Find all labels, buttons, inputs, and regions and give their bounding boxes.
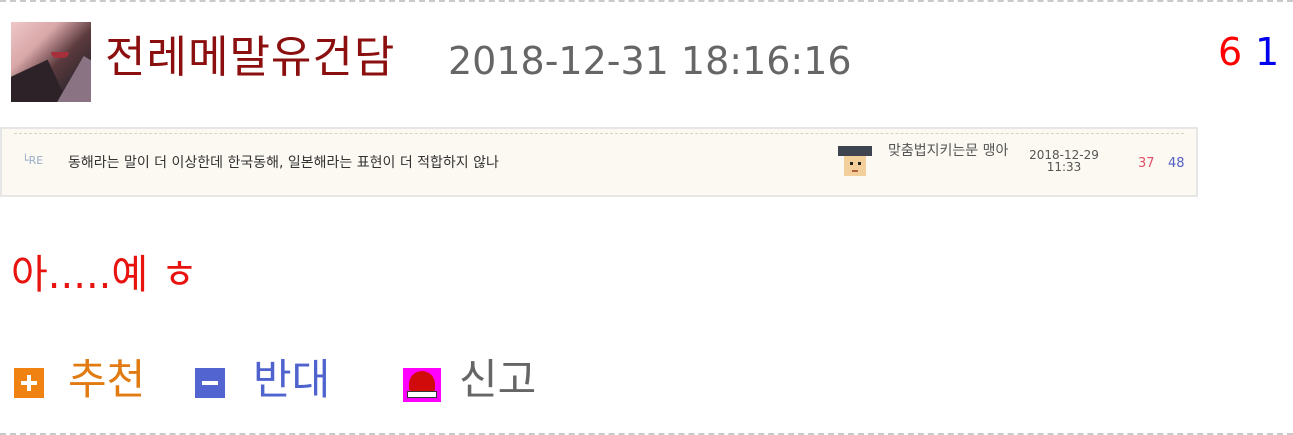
top-divider (0, 0, 1293, 2)
reply-icon: └RE (22, 154, 44, 167)
plus-icon[interactable] (14, 368, 44, 398)
author-name[interactable]: 전레메말유건담 (105, 28, 395, 88)
downvote-count: 1 (1255, 30, 1280, 74)
referenced-post-title[interactable]: 동해라는 말이 더 이상한데 한국동해, 일본해라는 표현이 더 적합하지 않나 (68, 152, 499, 172)
referenced-post-upvotes: 37 (1138, 156, 1155, 171)
referenced-post-date: 2018-12-29 11:33 (1024, 149, 1104, 173)
referenced-post[interactable]: └RE 동해라는 말이 더 이상한데 한국동해, 일본해라는 표현이 더 적합하… (0, 127, 1198, 197)
referenced-post-downvotes: 48 (1168, 156, 1185, 171)
avatar[interactable] (11, 22, 91, 102)
siren-icon[interactable] (403, 368, 441, 402)
reply-icon-label: RE (28, 154, 44, 167)
post-date: 2018-12-31 18:16:16 (448, 39, 852, 83)
minus-icon[interactable] (195, 368, 225, 398)
comment-message: 아.....예 ㅎ (11, 252, 198, 298)
oppose-button[interactable]: 반대 (253, 352, 330, 408)
divider (14, 133, 1184, 134)
referenced-post-date-time: 11:33 (1046, 160, 1082, 174)
referenced-post-author[interactable]: 맞춤법지키는문 맹아 (888, 141, 1010, 162)
report-button[interactable]: 신고 (459, 352, 536, 408)
user-face-icon (838, 146, 872, 178)
recommend-button[interactable]: 추천 (68, 352, 145, 408)
upvote-count: 6 (1218, 30, 1243, 74)
